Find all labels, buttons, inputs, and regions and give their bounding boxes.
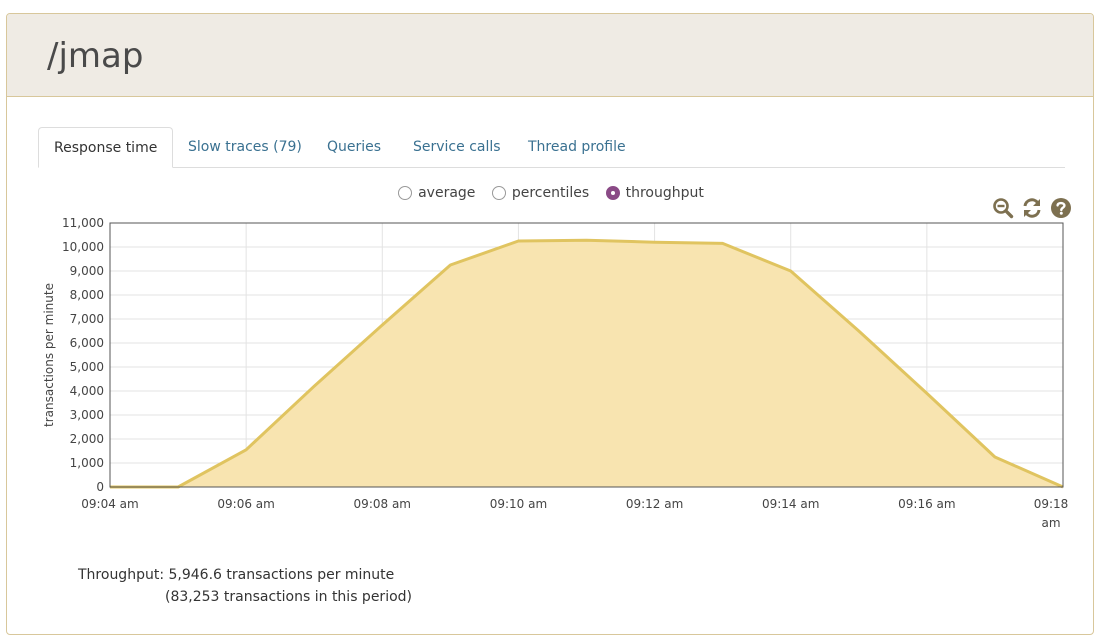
x-tick-label: 09:12 am xyxy=(626,497,683,511)
y-tick-label: 6,000 xyxy=(70,336,104,350)
x-tick-label: 09:16 am xyxy=(898,497,955,511)
series-area-fill xyxy=(110,240,1063,487)
x-tick-label: 09:06 am xyxy=(217,497,274,511)
y-tick-label: 2,000 xyxy=(70,432,104,446)
x-tick-label: 09:14 am xyxy=(762,497,819,511)
y-tick-label: 1,000 xyxy=(70,456,104,470)
x-tick-label: 09:10 am xyxy=(490,497,547,511)
y-tick-label: 5,000 xyxy=(70,360,104,374)
y-tick-label: 8,000 xyxy=(70,288,104,302)
x-tick-label-suffix: am xyxy=(1041,516,1060,530)
y-tick-label: 3,000 xyxy=(70,408,104,422)
y-axis-label: transactions per minute xyxy=(42,283,56,427)
y-tick-label: 0 xyxy=(96,480,104,494)
y-tick-label: 9,000 xyxy=(70,264,104,278)
x-tick-label: 09:08 am xyxy=(354,497,411,511)
x-tick-label: 09:04 am xyxy=(81,497,138,511)
y-tick-label: 11,000 xyxy=(62,216,104,230)
throughput-chart: 0 1,000 2,000 3,000 4,000 5,000 6,000 7,000 8,00… xyxy=(42,216,1069,530)
y-tick-label: 7,000 xyxy=(70,312,104,326)
y-tick-label: 4,000 xyxy=(70,384,104,398)
y-tick-label: 10,000 xyxy=(62,240,104,254)
x-tick-label: 09:18 xyxy=(1034,497,1069,511)
